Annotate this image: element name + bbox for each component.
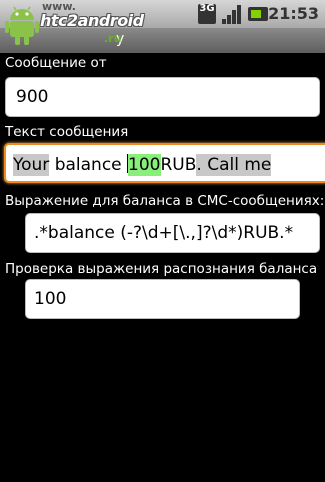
watermark-logo: www. htc2android .ru	[0, 0, 144, 50]
regex-value: .*balance (-?\d+[\.,]?\d*)RUB.*	[34, 223, 294, 243]
message-part-your: Your	[13, 154, 50, 176]
watermark-tld: .ru	[104, 32, 122, 45]
signal-strength-icon	[222, 4, 242, 24]
check-field[interactable]: 100	[25, 279, 300, 319]
android-robot-icon	[5, 6, 39, 45]
regex-field[interactable]: .*balance (-?\d+[\.,]?\d*)RUB.*	[25, 213, 320, 253]
message-part-balance: balance	[49, 155, 128, 175]
sender-field[interactable]: 900	[5, 77, 320, 117]
message-value: Your balance 100RUB. Call me	[13, 154, 272, 176]
check-label: Проверка выражения распознания баланса	[5, 261, 318, 277]
regex-label: Выражение для баланса в СМС-сообщениях:	[5, 193, 325, 209]
message-part-currency: RUB	[160, 155, 197, 175]
network-3g-icon: 3G	[198, 4, 216, 24]
message-part-amount: 100	[128, 154, 161, 176]
status-time: 21:53	[268, 4, 319, 23]
network-type-label: 3G	[199, 3, 215, 14]
message-label: Текст сообщения	[5, 124, 129, 140]
message-field[interactable]: Your balance 100RUB. Call me	[4, 143, 325, 183]
check-value: 100	[34, 289, 67, 309]
battery-icon	[248, 7, 268, 21]
watermark-site: htc2android	[40, 11, 144, 30]
sender-label: Сообщение от	[5, 55, 107, 71]
message-part-callme: . Call me	[196, 154, 272, 176]
sender-value: 900	[16, 87, 49, 107]
